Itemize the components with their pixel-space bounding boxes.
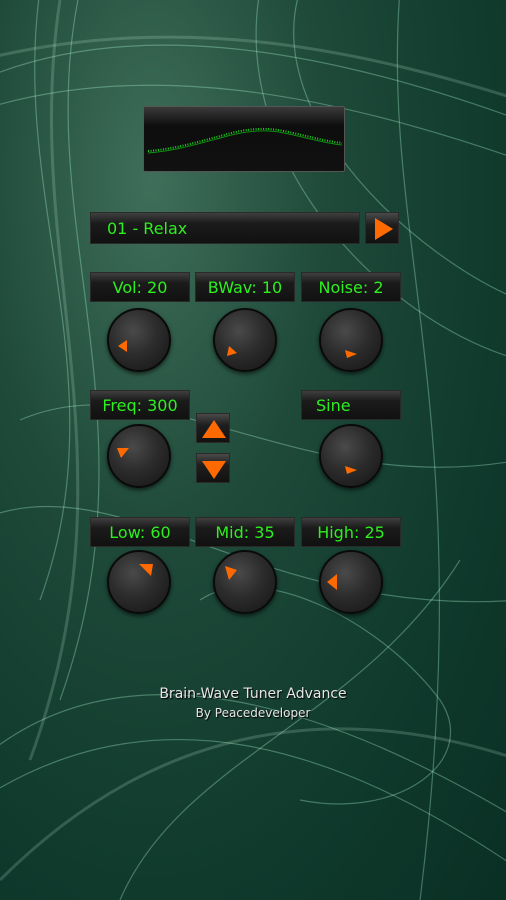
waveform-type-knob[interactable] bbox=[319, 424, 383, 488]
arrow-down-icon bbox=[202, 461, 226, 479]
triangle-pointer-icon bbox=[345, 466, 357, 474]
low-eq-knob[interactable] bbox=[107, 550, 171, 614]
app-subtitle: By Peacedeveloper bbox=[195, 706, 311, 720]
triangle-pointer-icon bbox=[225, 566, 237, 580]
play-button[interactable] bbox=[365, 212, 399, 244]
triangle-pointer-icon bbox=[227, 346, 237, 356]
noise-knob[interactable] bbox=[319, 308, 383, 372]
frequency-down-button[interactable] bbox=[196, 453, 230, 483]
frequency-up-button[interactable] bbox=[196, 413, 230, 443]
waveform-display bbox=[143, 106, 345, 172]
noise-label: Noise: 2 bbox=[301, 272, 401, 302]
play-icon bbox=[375, 218, 393, 240]
app-title: Brain-Wave Tuner Advance bbox=[159, 686, 347, 702]
bwav-knob[interactable] bbox=[213, 308, 277, 372]
high-eq-label: High: 25 bbox=[301, 517, 401, 547]
mid-eq-label: Mid: 35 bbox=[195, 517, 295, 547]
waveform-type-label: Sine bbox=[301, 390, 401, 420]
arrow-up-icon bbox=[202, 420, 226, 438]
volume-knob[interactable] bbox=[107, 308, 171, 372]
high-eq-knob[interactable] bbox=[319, 550, 383, 614]
bwav-label: BWav: 10 bbox=[195, 272, 295, 302]
preset-selector[interactable]: 01 - Relax bbox=[90, 212, 360, 244]
triangle-pointer-icon bbox=[345, 350, 357, 358]
mid-eq-knob[interactable] bbox=[213, 550, 277, 614]
frequency-knob[interactable] bbox=[107, 424, 171, 488]
triangle-pointer-icon bbox=[118, 340, 127, 352]
triangle-pointer-icon bbox=[139, 564, 153, 576]
low-eq-label: Low: 60 bbox=[90, 517, 190, 547]
volume-label: Vol: 20 bbox=[90, 272, 190, 302]
waveform-graph bbox=[147, 127, 343, 154]
frequency-label: Freq: 300 bbox=[90, 390, 190, 420]
triangle-pointer-icon bbox=[117, 448, 129, 458]
triangle-pointer-icon bbox=[327, 574, 337, 590]
